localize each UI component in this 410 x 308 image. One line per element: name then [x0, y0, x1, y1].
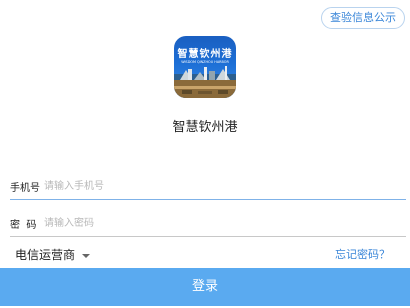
app-name: 智慧钦州港	[172, 120, 238, 135]
verify-info-link[interactable]: 查验信息公示	[321, 7, 405, 29]
logo-title: 智慧钦州港	[177, 49, 233, 60]
password-field: 密 码	[10, 212, 406, 237]
carrier-select[interactable]: 电信运营商	[15, 246, 91, 263]
app-logo: 智慧钦州港 WISDOM QINZHOU HARBOR	[174, 36, 236, 98]
password-input[interactable]	[44, 212, 384, 234]
password-label: 密 码	[10, 220, 37, 231]
phone-input[interactable]	[44, 175, 384, 197]
login-button[interactable]: 登录	[0, 268, 410, 306]
phone-label: 手机号	[10, 183, 40, 194]
phone-field: 手机号	[10, 175, 406, 200]
caret-down-icon	[82, 253, 91, 258]
carrier-label: 电信运营商	[15, 248, 76, 262]
logo-subtitle: WISDOM QINZHOU HARBOR	[181, 60, 229, 64]
forgot-password-link[interactable]: 忘记密码？	[335, 246, 390, 262]
